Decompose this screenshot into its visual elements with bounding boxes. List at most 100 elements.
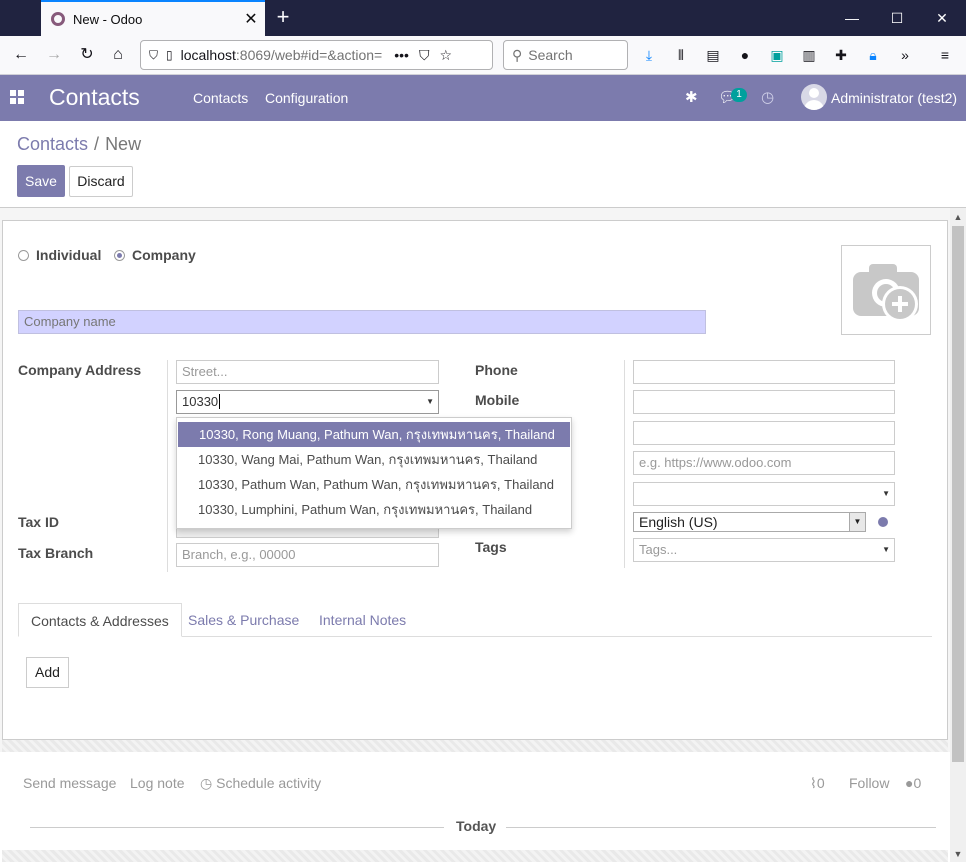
scrollbar-thumb[interactable] bbox=[952, 226, 964, 762]
followers-button[interactable]: ●0 bbox=[905, 775, 921, 791]
phone-label: Phone bbox=[475, 362, 518, 378]
tab-sales-purchase[interactable]: Sales & Purchase bbox=[188, 603, 299, 637]
today-line-left bbox=[30, 827, 444, 828]
chatter bbox=[0, 752, 950, 862]
zip-autocomplete-dropdown: 10330, Rong Muang, Pathum Wan, กรุงเทพมห… bbox=[176, 417, 572, 529]
pocket-icon[interactable]: ⛉ bbox=[419, 47, 430, 64]
mobile-input[interactable] bbox=[633, 390, 895, 414]
tags-input[interactable]: Tags... ▼ bbox=[633, 538, 895, 562]
email-input[interactable] bbox=[633, 421, 895, 445]
text-cursor bbox=[219, 394, 221, 409]
zip-input[interactable]: 10330 ▼ bbox=[176, 390, 439, 414]
scroll-down-arrow-icon[interactable]: ▼ bbox=[950, 846, 966, 862]
save-button[interactable]: Save bbox=[17, 165, 65, 197]
tab-title: New - Odoo bbox=[73, 11, 143, 27]
overflow-chevron-icon[interactable]: » bbox=[895, 45, 915, 65]
sidebar-icon[interactable]: ▤ bbox=[703, 45, 723, 65]
camera-plus-icon bbox=[853, 264, 919, 322]
apps-menu-icon[interactable] bbox=[10, 90, 24, 104]
title-select[interactable]: ▼ bbox=[633, 482, 895, 506]
zip-value: 10330 bbox=[182, 394, 219, 409]
radio-company[interactable]: Company bbox=[114, 247, 196, 263]
image-upload[interactable] bbox=[841, 245, 931, 335]
menu-configuration[interactable]: Configuration bbox=[265, 90, 348, 106]
notebook-tabs: Contacts & Addresses Sales & Purchase In… bbox=[18, 603, 932, 637]
odoo-favicon-icon bbox=[51, 12, 65, 26]
autocomplete-option[interactable]: 10330, Wang Mai, Pathum Wan, กรุงเทพมหาน… bbox=[177, 447, 571, 472]
breadcrumb: Contacts / New bbox=[17, 134, 141, 155]
autocomplete-option[interactable]: 10330, Lumphini, Pathum Wan, กรุงเทพมหาน… bbox=[177, 497, 571, 522]
browser-tab[interactable]: New - Odoo ✕ bbox=[41, 0, 265, 36]
today-separator: Today bbox=[456, 818, 497, 834]
attachments-count: 0 bbox=[816, 775, 825, 791]
extension-plus-icon[interactable]: ✚ bbox=[831, 45, 851, 65]
tab-close-icon[interactable]: ✕ bbox=[237, 9, 265, 29]
back-arrow-icon[interactable]: ← bbox=[6, 41, 36, 69]
download-icon[interactable]: ⤓ bbox=[639, 45, 659, 65]
tab-internal-notes[interactable]: Internal Notes bbox=[319, 603, 406, 637]
follow-button[interactable]: Follow bbox=[849, 775, 889, 791]
autocomplete-option[interactable]: 10330, Rong Muang, Pathum Wan, กรุงเทพมห… bbox=[178, 422, 570, 447]
url-host: localhost bbox=[180, 47, 236, 63]
title-dropdown-caret-icon[interactable]: ▼ bbox=[882, 483, 890, 505]
tab-contacts-addresses[interactable]: Contacts & Addresses bbox=[18, 603, 182, 637]
minimize-button[interactable]: — bbox=[829, 6, 875, 30]
zip-dropdown-caret-icon[interactable]: ▼ bbox=[426, 391, 434, 413]
menu-contacts[interactable]: Contacts bbox=[193, 90, 248, 106]
phone-input[interactable] bbox=[633, 360, 895, 384]
street-input[interactable]: Street... bbox=[176, 360, 439, 384]
attachments-button[interactable]: ⌇0 bbox=[810, 775, 825, 792]
activity-clock-icon[interactable]: ◷ bbox=[761, 88, 774, 106]
schedule-activity-button[interactable]: ◷ Schedule activity bbox=[200, 775, 321, 792]
language-select[interactable]: English (US) ▼ bbox=[633, 512, 866, 532]
home-icon[interactable]: ⌂ bbox=[103, 41, 133, 69]
discard-button[interactable]: Discard bbox=[69, 166, 133, 197]
browser-tab-bar: New - Odoo ✕ + — ☐ ✕ bbox=[0, 0, 966, 36]
breadcrumb-separator: / bbox=[94, 134, 100, 154]
debug-bug-icon[interactable]: ✱ bbox=[685, 88, 698, 106]
add-contact-button[interactable]: Add bbox=[26, 657, 69, 688]
left-group-separator bbox=[167, 360, 168, 572]
radio-individual[interactable]: Individual bbox=[18, 247, 101, 263]
company-name-input[interactable]: Company name bbox=[18, 310, 706, 334]
tax-branch-input[interactable]: Branch, e.g., 00000 bbox=[176, 543, 439, 567]
app-brand[interactable]: Contacts bbox=[49, 84, 140, 111]
maximize-button[interactable]: ☐ bbox=[874, 6, 920, 30]
reload-icon[interactable]: ↻ bbox=[72, 41, 102, 69]
radio-individual-circle[interactable] bbox=[18, 249, 29, 261]
globe-icon[interactable] bbox=[878, 517, 888, 527]
shield-icon: ⛉ bbox=[149, 47, 159, 62]
page-actions-icon[interactable]: ••• bbox=[394, 47, 409, 63]
library-icon[interactable]: ⫴ bbox=[671, 45, 691, 65]
send-message-button[interactable]: Send message bbox=[23, 775, 116, 791]
mobile-label: Mobile bbox=[475, 392, 520, 408]
url-bar[interactable]: ⛉ ▯ localhost :8069/web#id=&action= ••• … bbox=[140, 40, 493, 70]
search-bar[interactable]: ⚲ Search bbox=[503, 40, 628, 70]
new-tab-button[interactable]: + bbox=[270, 5, 296, 31]
user-avatar[interactable] bbox=[801, 84, 827, 110]
close-window-button[interactable]: ✕ bbox=[919, 6, 965, 30]
log-note-button[interactable]: Log note bbox=[130, 775, 185, 791]
extension-p-icon[interactable]: ● bbox=[735, 45, 755, 65]
website-input[interactable]: e.g. https://www.odoo.com bbox=[633, 451, 895, 475]
language-value: English (US) bbox=[639, 514, 718, 530]
language-dropdown-arrow-icon[interactable]: ▼ bbox=[849, 513, 865, 531]
company-address-label: Company Address bbox=[18, 362, 142, 378]
radio-company-circle[interactable] bbox=[114, 249, 125, 261]
lock-icon[interactable]: 🔒︎ bbox=[863, 45, 883, 65]
autocomplete-option[interactable]: 10330, Pathum Wan, Pathum Wan, กรุงเทพมห… bbox=[177, 472, 571, 497]
breadcrumb-contacts-link[interactable]: Contacts bbox=[17, 134, 88, 154]
extension-n-icon[interactable]: ▣ bbox=[767, 45, 787, 65]
user-menu[interactable]: Administrator (test2) bbox=[831, 90, 957, 106]
tags-label: Tags bbox=[475, 539, 507, 555]
hamburger-menu-icon[interactable]: ≡ bbox=[935, 45, 955, 65]
forward-arrow-icon[interactable]: → bbox=[39, 41, 69, 69]
search-icon: ⚲ bbox=[512, 46, 523, 63]
followers-count: 0 bbox=[913, 775, 922, 791]
tags-dropdown-caret-icon[interactable]: ▼ bbox=[882, 539, 890, 561]
schedule-activity-label: Schedule activity bbox=[216, 775, 322, 791]
bookmark-star-icon[interactable]: ☆ bbox=[439, 47, 452, 64]
extension-grid-icon[interactable]: ▥ bbox=[799, 45, 819, 65]
right-group-separator bbox=[624, 360, 625, 568]
scroll-up-arrow-icon[interactable]: ▲ bbox=[950, 209, 966, 225]
